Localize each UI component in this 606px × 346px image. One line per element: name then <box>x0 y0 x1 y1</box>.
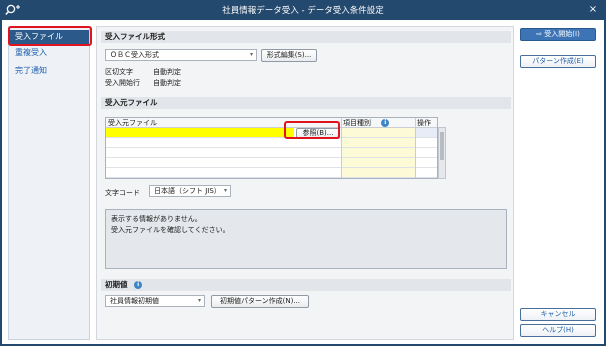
message-box: 表示する情報がありません。 受入元ファイルを確認してください。 <box>105 209 507 269</box>
message-line: 受入元ファイルを確認してください。 <box>111 226 230 234</box>
close-button[interactable]: × <box>586 2 600 17</box>
column-header-item-type-label: 項目種別 <box>343 119 371 127</box>
encoding-label: 文字コード <box>105 189 140 197</box>
initial-value-select[interactable]: 社員情報初期値 ▾ <box>105 295 205 307</box>
table-row[interactable] <box>106 148 437 158</box>
window-frame-left <box>0 20 2 346</box>
section-initial-label: 初期値 <box>105 280 128 289</box>
column-header-operation: 操作 <box>415 118 437 128</box>
scrollbar-thumb[interactable] <box>440 132 444 160</box>
create-pattern-button[interactable]: パターン作成(E) <box>520 55 596 68</box>
delimiter-value: 自動判定 <box>153 68 181 76</box>
encoding-select-value: 日本語（シフト JIS） <box>154 187 221 195</box>
sidebar-item-duplicate[interactable]: 重複受入 <box>9 46 89 60</box>
start-import-label: 受入開始(I) <box>544 30 580 38</box>
sidebar-item-completion[interactable]: 完了通知 <box>9 64 89 78</box>
start-import-button[interactable]: ⇨ 受入開始(I) <box>520 28 596 41</box>
encoding-select[interactable]: 日本語（シフト JIS） ▾ <box>149 185 231 197</box>
section-source-title: 受入元ファイル <box>101 97 511 109</box>
table-row[interactable] <box>106 168 437 178</box>
column-header-item-type: 項目種別 i <box>341 118 415 128</box>
message-line: 表示する情報がありません。 <box>111 215 202 223</box>
table-row[interactable] <box>106 158 437 168</box>
table-scrollbar[interactable] <box>438 127 446 179</box>
start-row-value: 自動判定 <box>153 79 181 87</box>
window-title: 社員情報データ受入 - データ受入条件設定 <box>222 6 384 16</box>
format-select-value: ＯＢＣ受入形式 <box>110 51 159 59</box>
start-row-label: 受入開始行 <box>105 79 140 87</box>
create-initial-pattern-button[interactable]: 初期値パターン作成(N)... <box>211 295 309 308</box>
initial-value-select-value: 社員情報初期値 <box>110 297 159 305</box>
edit-format-button[interactable]: 形式編集(S)... <box>261 49 317 62</box>
chevron-down-icon: ▾ <box>197 297 201 304</box>
format-select[interactable]: ＯＢＣ受入形式 ▾ <box>105 49 257 61</box>
title-bar: 社員情報データ受入 - データ受入条件設定 × <box>0 0 606 20</box>
table-row[interactable] <box>106 128 437 138</box>
source-file-table: 受入元ファイル 項目種別 i 操作 参照(B)... <box>105 117 438 179</box>
highlight-box-browse <box>284 121 340 139</box>
delimiter-label: 区切文字 <box>105 68 133 76</box>
section-format-title: 受入ファイル形式 <box>101 31 511 43</box>
column-divider <box>341 118 342 178</box>
sidebar: 受入ファイル 重複受入 完了通知 <box>8 26 90 340</box>
chevron-down-icon: ▾ <box>249 51 253 58</box>
section-initial-title: 初期値 i <box>101 279 511 291</box>
highlight-box-nav <box>8 26 92 46</box>
main-panel: 受入ファイル形式 ＯＢＣ受入形式 ▾ 形式編集(S)... 区切文字 自動判定 … <box>96 26 514 340</box>
chevron-down-icon: ▾ <box>223 187 227 194</box>
column-divider <box>415 118 416 178</box>
info-icon[interactable]: i <box>134 281 143 289</box>
help-button[interactable]: ヘルプ(H) <box>520 324 596 337</box>
cancel-button[interactable]: キャンセル <box>520 308 596 321</box>
info-icon[interactable]: i <box>381 119 390 127</box>
table-row[interactable] <box>106 138 437 148</box>
